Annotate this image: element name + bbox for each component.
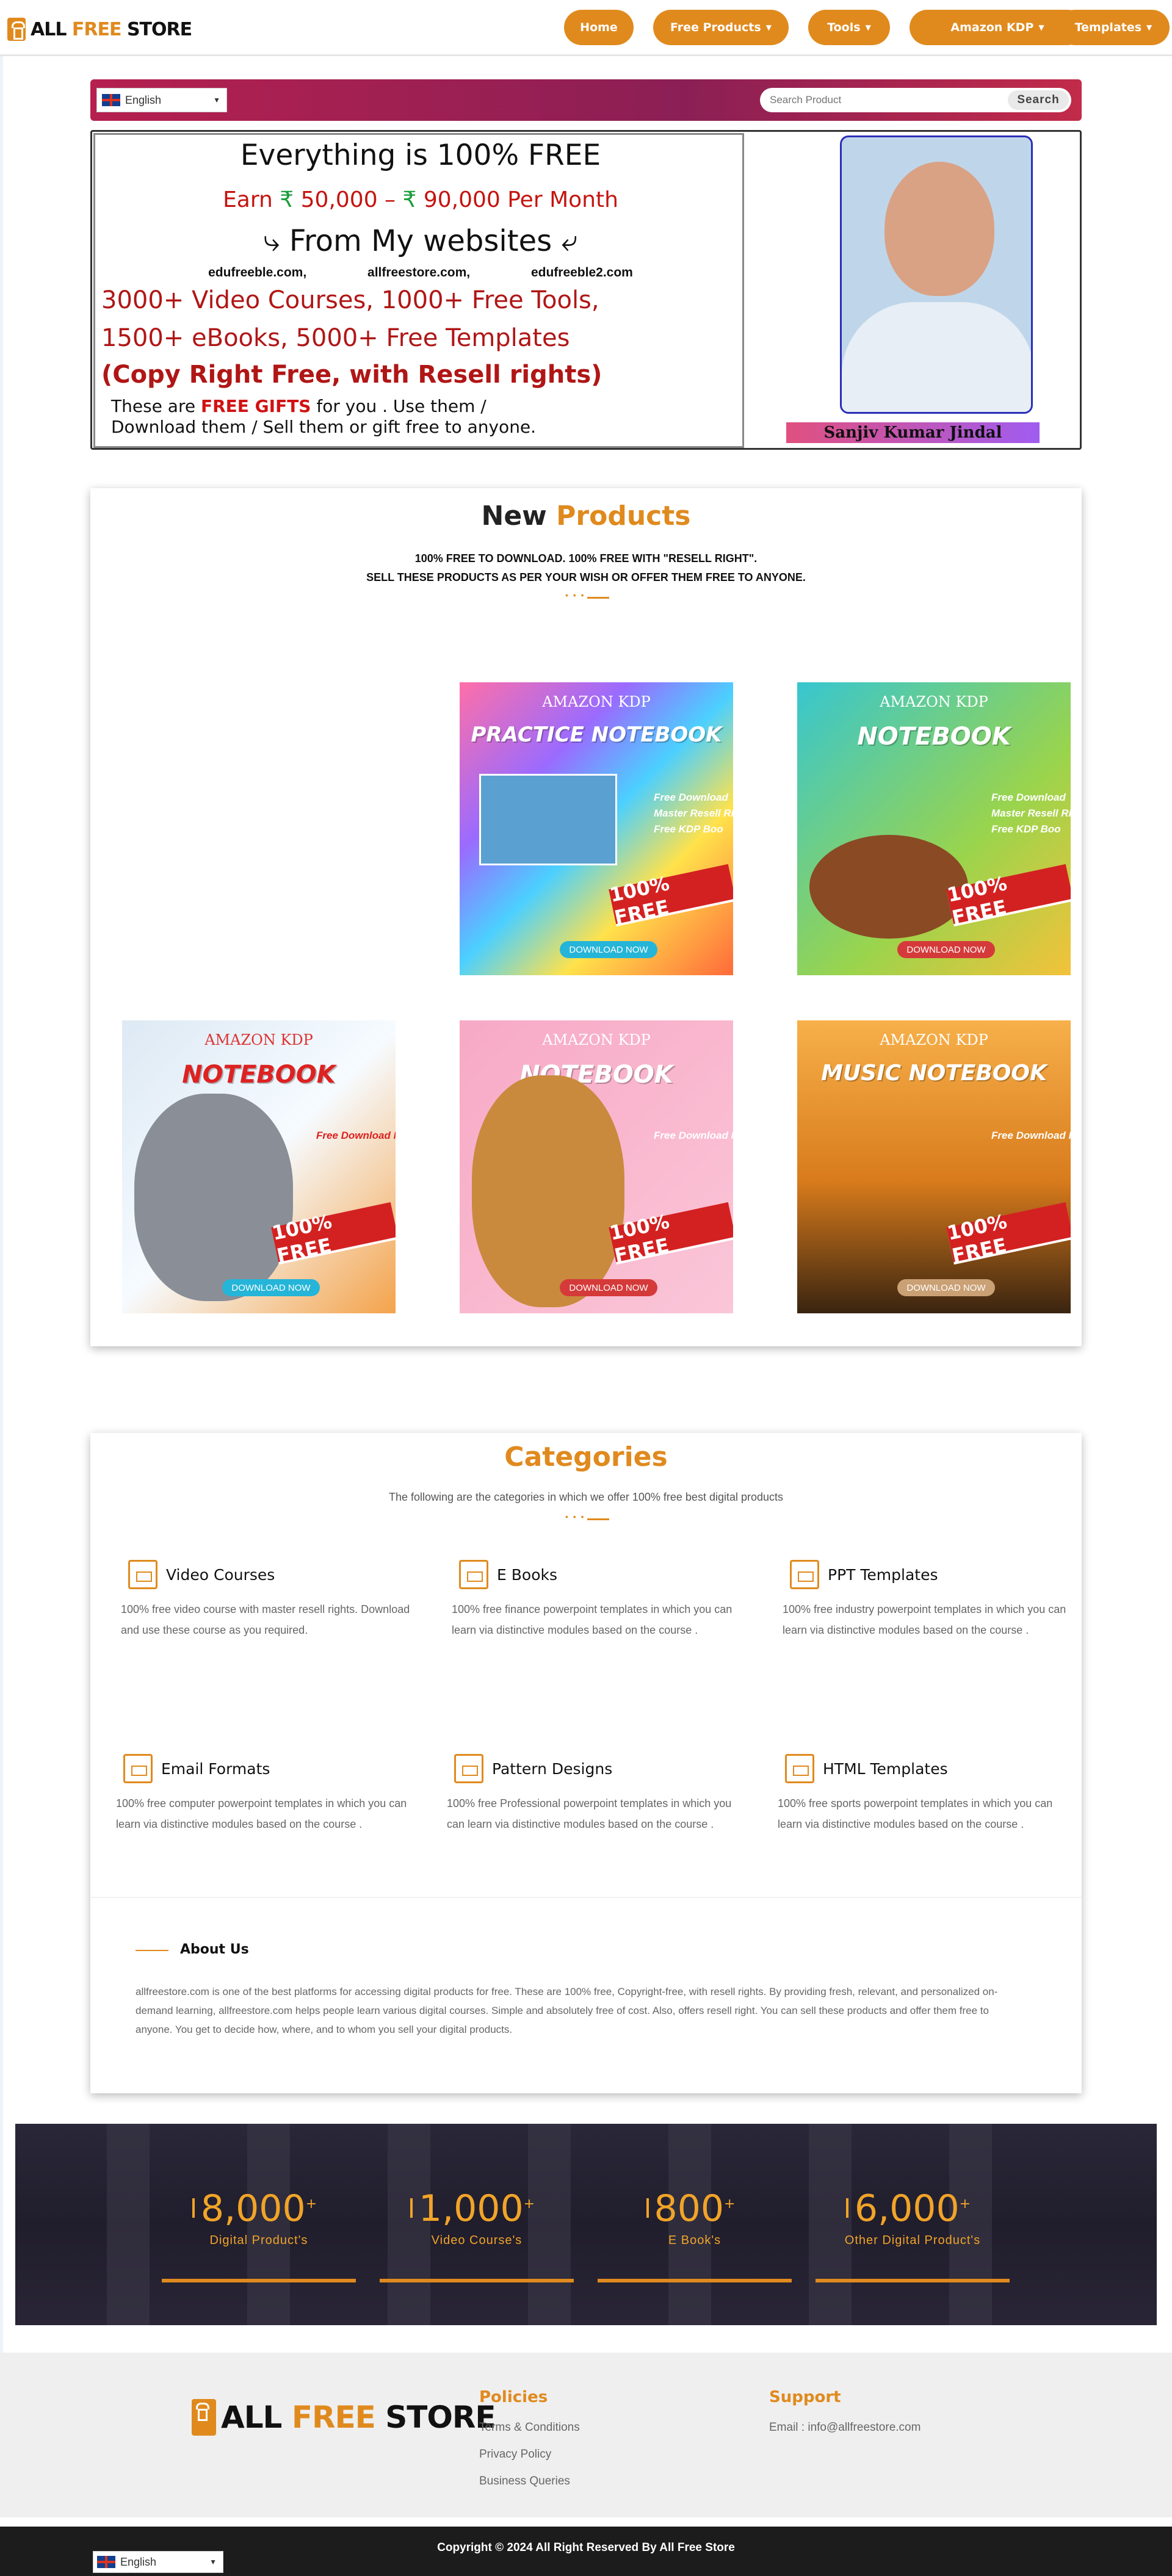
cat-image: [134, 1094, 293, 1301]
stat-counter: 6,000+ Other Digital Product's: [816, 2187, 1010, 2282]
search-banner: English ▼ Search: [90, 79, 1082, 121]
left-edge-line: [0, 56, 3, 2375]
footer-language-select[interactable]: English ▼: [93, 2551, 223, 2573]
pillar-shape: [107, 2124, 150, 2325]
section-subtitle: 100% FREE TO DOWNLOAD. 100% FREE WITH "R…: [366, 552, 806, 583]
shirt-shape: [842, 302, 1031, 412]
site-link[interactable]: edufreeble.com,: [208, 265, 306, 280]
section-subtitle: The following are the categories in whic…: [388, 1491, 784, 1503]
language-label: English: [125, 93, 162, 106]
top-navbar: ALL FREE STORE Home Free Products ▼ Tools…: [0, 0, 1172, 56]
from-websites: ⤷ From My websites ⤶: [263, 224, 578, 258]
ppt-file-icon: [459, 1560, 488, 1589]
product-card[interactable]: AMAZON KDP MUSIC NOTEBOOK Free Download …: [797, 1020, 1071, 1313]
chevron-down-icon: ▼: [213, 96, 220, 104]
nav-home[interactable]: Home: [564, 10, 634, 45]
ppt-file-icon: [785, 1754, 814, 1783]
ppt-file-icon: [454, 1754, 483, 1783]
about-title: About Us: [180, 1942, 249, 1957]
chevron-down-icon: ▼: [1038, 23, 1044, 32]
search-button[interactable]: Search: [1008, 90, 1069, 110]
about-line: [136, 1950, 168, 1951]
book-stack-image: [479, 774, 617, 865]
terms-link[interactable]: Terms & Conditions: [479, 2421, 580, 2434]
hero-headline: Everything is 100% FREE: [240, 139, 601, 172]
privacy-link[interactable]: Privacy Policy: [479, 2448, 551, 2461]
uk-flag-icon: [102, 94, 120, 106]
product-card[interactable]: AMAZON KDP PRACTICE NOTEBOOK Free Downlo…: [460, 682, 733, 975]
support-email[interactable]: Email : info@allfreestore.com: [769, 2421, 921, 2434]
offer-line-3: (Copy Right Free, with Resell rights): [101, 361, 602, 389]
rupee-icon: ₹: [280, 187, 294, 212]
section-title: New Products: [481, 500, 691, 532]
logo-text: ALL FREE STORE: [31, 18, 192, 40]
hero-banner: Everything is 100% FREE Earn ₹ 50,000 – …: [90, 130, 1082, 450]
site-link[interactable]: edufreeble2.com: [531, 265, 633, 280]
product-card[interactable]: AMAZON KDP NOTEBOOK Free Download Master…: [797, 682, 1071, 975]
nav-templates[interactable]: Templates ▼: [1057, 10, 1170, 45]
dots-divider: [563, 590, 609, 600]
stats-banner: 8,000+ Digital Product's 1,000+ Video Co…: [15, 2124, 1157, 2325]
search-box: Search: [760, 88, 1071, 112]
business-queries-link[interactable]: Business Queries: [479, 2475, 570, 2488]
gift-text: These are FREE GIFTS for you . Use them …: [111, 396, 537, 437]
face-shape: [884, 162, 994, 296]
chevron-down-icon: ▼: [865, 23, 871, 32]
chevron-down-icon: ▼: [765, 23, 772, 32]
download-now-button: DOWNLOAD NOW: [560, 941, 657, 958]
bag-icon: [7, 18, 26, 41]
author-photo: [840, 135, 1033, 414]
ppt-file-icon: [123, 1754, 153, 1783]
new-products-section: New Products 100% FREE TO DOWNLOAD. 100%…: [90, 488, 1082, 1346]
download-now-button: DOWNLOAD NOW: [222, 1279, 320, 1296]
rupee-icon: ₹: [402, 187, 417, 212]
site-logo[interactable]: ALL FREE STORE: [7, 17, 192, 41]
footer: ALL FREE STORE Policies Terms & Conditio…: [0, 2353, 1172, 2517]
product-card[interactable]: AMAZON KDP NOTEBOOK Free Download Master…: [122, 1020, 396, 1313]
chevron-down-icon: ▼: [1146, 23, 1152, 32]
download-now-button: DOWNLOAD NOW: [897, 1279, 995, 1296]
product-card[interactable]: AMAZON KDP NOTEBOOK Free Download Master…: [460, 1020, 733, 1313]
stat-counter: 800+ E Book's: [598, 2187, 792, 2282]
dots-divider: [563, 1512, 609, 1521]
hero-text-box: Everything is 100% FREE Earn ₹ 50,000 – …: [93, 133, 744, 448]
author-name: Sanjiv Kumar Jindal: [786, 422, 1040, 443]
stat-counter: 1,000+ Video Course's: [380, 2187, 574, 2282]
website-list: edufreeble.com, allfreestore.com, edufre…: [95, 265, 746, 280]
offer-line-2: 1500+ eBooks, 5000+ Free Templates: [101, 324, 570, 352]
ppt-file-icon: [128, 1560, 157, 1589]
about-text: allfreestore.com is one of the best plat…: [136, 1986, 998, 2035]
earn-line: Earn ₹ 50,000 – ₹ 90,000 Per Month: [223, 187, 618, 212]
categories-section: Categories The following are the categor…: [90, 1433, 1082, 2093]
download-now-button: DOWNLOAD NOW: [897, 941, 995, 958]
offer-line-1: 3000+ Video Courses, 1000+ Free Tools,: [101, 286, 599, 314]
chevron-down-icon: ▼: [209, 2558, 217, 2566]
section-title: Categories: [504, 1441, 668, 1473]
search-input[interactable]: [770, 94, 1008, 106]
language-select[interactable]: English ▼: [96, 88, 227, 112]
sports-balls-image: [809, 835, 968, 939]
bag-icon: [192, 2399, 216, 2436]
stat-counter: 8,000+ Digital Product's: [162, 2187, 356, 2282]
support-heading: Support: [769, 2388, 841, 2406]
ppt-file-icon: [790, 1560, 819, 1589]
dog-image: [472, 1075, 624, 1307]
site-link[interactable]: allfreestore.com,: [367, 265, 470, 280]
section-divider: [90, 1897, 1082, 1898]
nav-tools[interactable]: Tools ▼: [808, 10, 890, 45]
policies-heading: Policies: [479, 2388, 548, 2406]
uk-flag-icon: [97, 2556, 115, 2568]
download-now-button: DOWNLOAD NOW: [560, 1279, 657, 1296]
footer-logo[interactable]: ALL FREE STORE: [192, 2399, 496, 2436]
nav-free-products[interactable]: Free Products ▼: [653, 10, 789, 45]
